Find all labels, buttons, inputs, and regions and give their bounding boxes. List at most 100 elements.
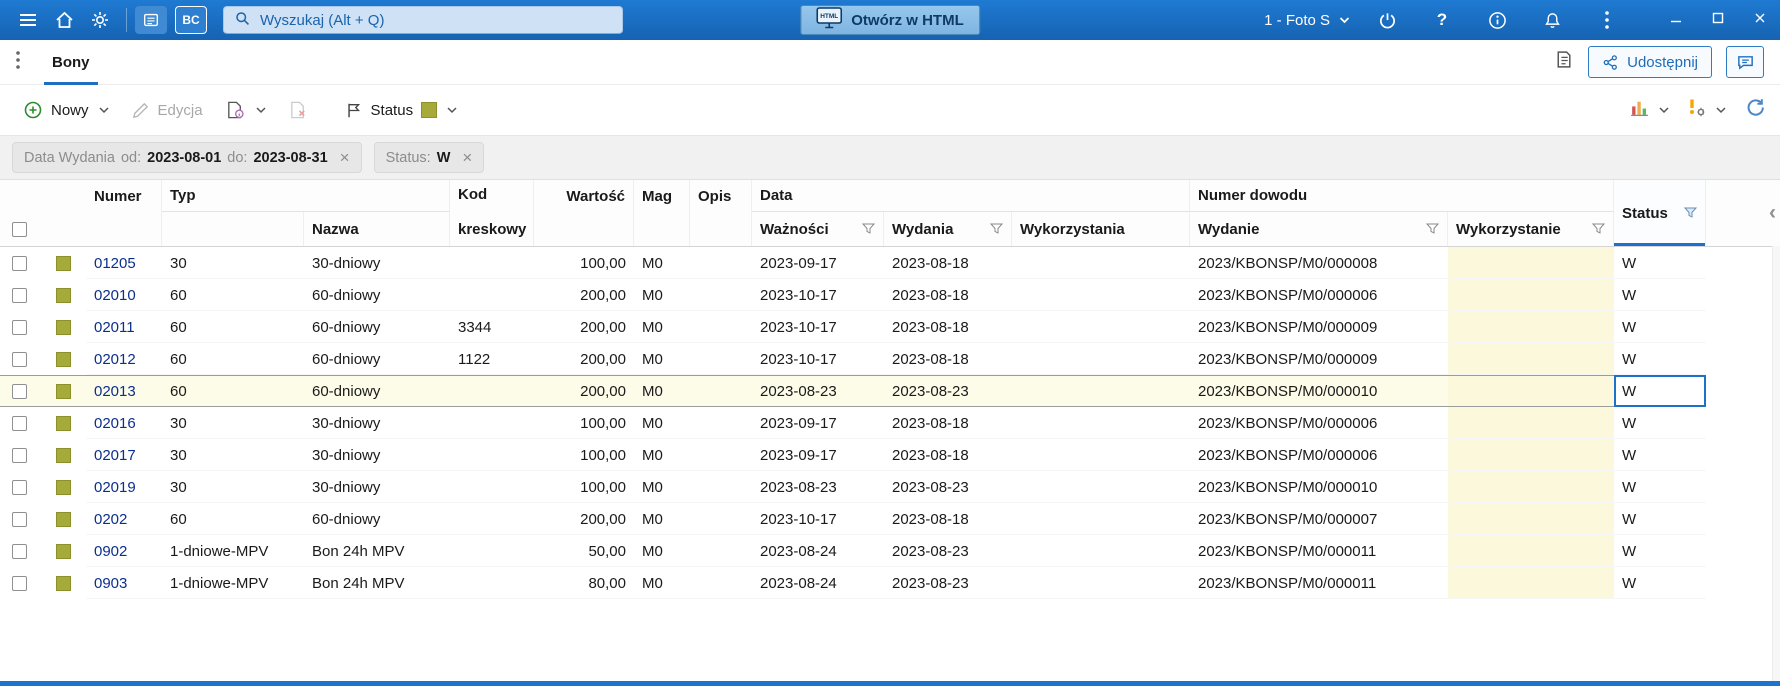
- filter-funnel-icon[interactable]: [1592, 223, 1605, 235]
- refresh-icon[interactable]: [1745, 97, 1766, 123]
- header-opis[interactable]: Opis: [690, 180, 752, 246]
- filter-funnel-icon[interactable]: [990, 223, 1003, 235]
- header-mag[interactable]: Mag: [634, 180, 690, 246]
- open-in-html-button[interactable]: HTML Otwórz w HTML: [800, 5, 980, 35]
- header-waznosci[interactable]: Ważności: [752, 212, 884, 246]
- header-status[interactable]: Status: [1614, 180, 1706, 246]
- document-info-button[interactable]: [216, 93, 275, 127]
- row-checkbox[interactable]: [12, 447, 27, 463]
- header-wydania[interactable]: Wydania: [884, 212, 1012, 246]
- filter-chip-status[interactable]: Status: W ×: [373, 142, 485, 173]
- row-checkbox[interactable]: [12, 319, 27, 335]
- cell-dowod-wykorzystanie[interactable]: [1448, 503, 1614, 535]
- minimize-button[interactable]: [1670, 11, 1682, 29]
- filter-chip-date[interactable]: Data Wydania od: 2023-08-01 do: 2023-08-…: [12, 142, 362, 173]
- header-dowod-wydanie[interactable]: Wydanie: [1190, 212, 1448, 246]
- home-icon[interactable]: [46, 3, 82, 37]
- row-checkbox[interactable]: [12, 479, 27, 495]
- filter-funnel-icon[interactable]: [1426, 223, 1439, 235]
- cell-dowod-wykorzystanie[interactable]: [1448, 567, 1614, 599]
- processes-alert-icon[interactable]: [1684, 97, 1707, 123]
- cell-status[interactable]: W: [1614, 343, 1706, 375]
- table-row[interactable]: 02012 60 60-dniowy 1122 200,00 M0 2023-1…: [0, 343, 1780, 375]
- table-row[interactable]: 0202 60 60-dniowy 200,00 M0 2023-10-17 2…: [0, 503, 1780, 535]
- table-row[interactable]: 02011 60 60-dniowy 3344 200,00 M0 2023-1…: [0, 311, 1780, 343]
- cell-dowod-wykorzystanie[interactable]: [1448, 439, 1614, 471]
- cell-status[interactable]: W: [1614, 439, 1706, 471]
- header-nazwa[interactable]: Nazwa: [304, 212, 450, 246]
- table-row[interactable]: 02017 30 30-dniowy 100,00 M0 2023-09-17 …: [0, 439, 1780, 471]
- chart-analysis-icon[interactable]: [1629, 97, 1650, 123]
- table-row[interactable]: 0902 1-dniowe-MPV Bon 24h MPV 50,00 M0 2…: [0, 535, 1780, 567]
- chevron-down-icon[interactable]: [1716, 106, 1726, 114]
- row-checkbox[interactable]: [12, 351, 27, 367]
- header-wartosc[interactable]: Wartość: [534, 180, 634, 246]
- help-icon[interactable]: ?: [1424, 3, 1460, 37]
- table-row[interactable]: 02019 30 30-dniowy 100,00 M0 2023-08-23 …: [0, 471, 1780, 503]
- news-app-icon[interactable]: [135, 6, 167, 34]
- tab-bony[interactable]: Bony: [44, 40, 97, 85]
- chat-button[interactable]: [1726, 46, 1764, 78]
- cell-dowod-wykorzystanie[interactable]: [1448, 311, 1614, 343]
- filter-funnel-icon-active[interactable]: [1684, 207, 1697, 219]
- status-dropdown-button[interactable]: Status: [336, 94, 467, 127]
- horizontal-scrollbar[interactable]: [0, 681, 1780, 686]
- search-input[interactable]: Wyszukaj (Alt + Q): [223, 6, 623, 34]
- filter-funnel-icon[interactable]: [862, 223, 875, 235]
- cell-dowod-wykorzystanie[interactable]: [1448, 471, 1614, 503]
- info-icon[interactable]: [1479, 3, 1515, 37]
- cell-status[interactable]: W: [1614, 503, 1706, 535]
- cell-status[interactable]: W: [1614, 247, 1706, 279]
- select-all-checkbox[interactable]: [12, 222, 27, 237]
- collapse-panel-icon[interactable]: ‹: [1769, 201, 1776, 225]
- cell-status[interactable]: W: [1614, 535, 1706, 567]
- cell-dowod-wykorzystanie[interactable]: [1448, 247, 1614, 279]
- more-options-icon[interactable]: [1589, 3, 1625, 37]
- header-typ[interactable]: Typ: [162, 180, 450, 212]
- vertical-scrollbar[interactable]: [1772, 246, 1780, 681]
- header-numer[interactable]: Numer: [86, 180, 162, 246]
- table-row[interactable]: 02010 60 60-dniowy 200,00 M0 2023-10-17 …: [0, 279, 1780, 311]
- row-checkbox[interactable]: [12, 415, 27, 431]
- row-checkbox[interactable]: [12, 255, 27, 271]
- table-row[interactable]: 0903 1-dniowe-MPV Bon 24h MPV 80,00 M0 2…: [0, 567, 1780, 599]
- remove-status-filter-icon[interactable]: ×: [462, 149, 472, 166]
- hamburger-menu-icon[interactable]: [10, 3, 46, 37]
- new-button[interactable]: Nowy: [14, 93, 118, 127]
- close-button[interactable]: [1754, 11, 1766, 29]
- cell-dowod-wykorzystanie[interactable]: [1448, 407, 1614, 439]
- row-checkbox[interactable]: [12, 511, 27, 527]
- document-pages-icon[interactable]: [1553, 49, 1574, 75]
- notifications-bell-icon[interactable]: [1534, 3, 1570, 37]
- row-checkbox[interactable]: [12, 287, 27, 303]
- cell-status[interactable]: W: [1614, 407, 1706, 439]
- table-row[interactable]: 02013 60 60-dniowy 200,00 M0 2023-08-23 …: [0, 375, 1780, 407]
- chevron-down-icon[interactable]: [1659, 106, 1669, 114]
- cell-status[interactable]: W: [1614, 471, 1706, 503]
- company-selector[interactable]: 1 - Foto S: [1264, 12, 1350, 29]
- cell-kod-kreskowy: [450, 247, 534, 279]
- settings-gear-icon[interactable]: [82, 3, 118, 37]
- power-icon[interactable]: [1369, 3, 1405, 37]
- share-button[interactable]: Udostępnij: [1588, 46, 1712, 78]
- cell-dowod-wykorzystanie[interactable]: [1448, 535, 1614, 567]
- cell-status[interactable]: W: [1614, 279, 1706, 311]
- cell-status[interactable]: W: [1614, 375, 1706, 407]
- cell-dowod-wykorzystanie[interactable]: [1448, 343, 1614, 375]
- cell-status[interactable]: W: [1614, 567, 1706, 599]
- cell-dowod-wykorzystanie[interactable]: [1448, 279, 1614, 311]
- header-dowod-wykorzystanie[interactable]: Wykorzystanie: [1448, 212, 1614, 246]
- table-row[interactable]: 01205 30 30-dniowy 100,00 M0 2023-09-17 …: [0, 247, 1780, 279]
- row-checkbox[interactable]: [12, 575, 27, 591]
- header-kod-kreskowy[interactable]: Kod kreskowy: [450, 180, 534, 246]
- tab-context-menu-icon[interactable]: [16, 50, 20, 74]
- maximize-button[interactable]: [1712, 11, 1724, 29]
- row-checkbox[interactable]: [12, 383, 27, 399]
- bc-app-icon[interactable]: BC: [175, 6, 207, 34]
- table-row[interactable]: 02016 30 30-dniowy 100,00 M0 2023-09-17 …: [0, 407, 1780, 439]
- row-checkbox[interactable]: [12, 543, 27, 559]
- header-wykorzystania[interactable]: Wykorzystania: [1012, 212, 1190, 246]
- cell-status[interactable]: W: [1614, 311, 1706, 343]
- cell-dowod-wykorzystanie[interactable]: [1448, 375, 1614, 407]
- remove-date-filter-icon[interactable]: ×: [340, 149, 350, 166]
